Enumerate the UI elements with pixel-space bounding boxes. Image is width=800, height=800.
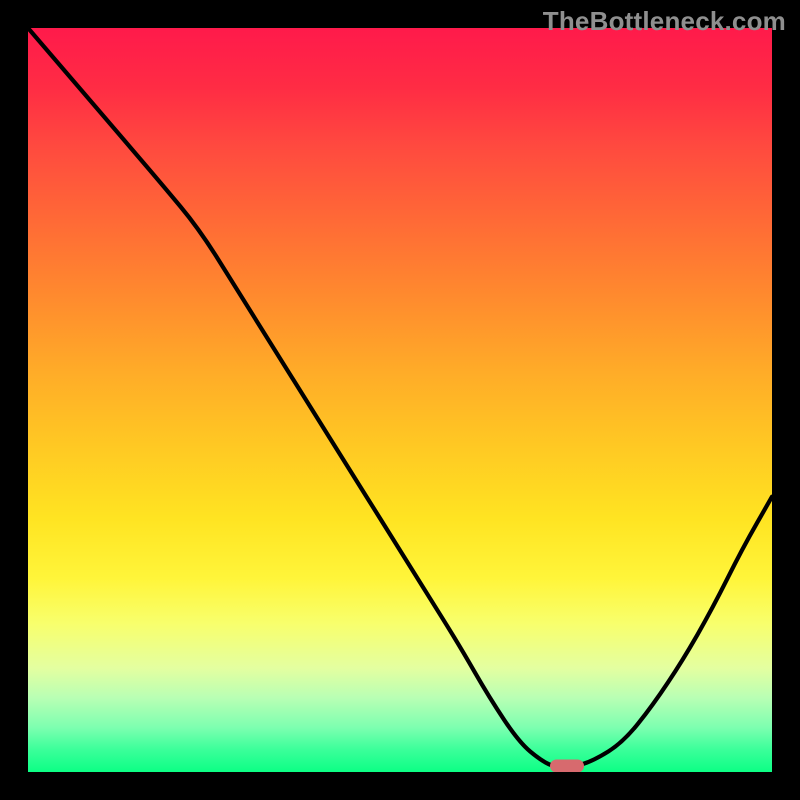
- optimal-point-marker: [550, 760, 584, 772]
- plot-area: [28, 28, 772, 772]
- chart-frame: TheBottleneck.com: [0, 0, 800, 800]
- bottleneck-curve: [28, 28, 772, 772]
- curve-path: [28, 28, 772, 768]
- watermark-text: TheBottleneck.com: [543, 6, 786, 37]
